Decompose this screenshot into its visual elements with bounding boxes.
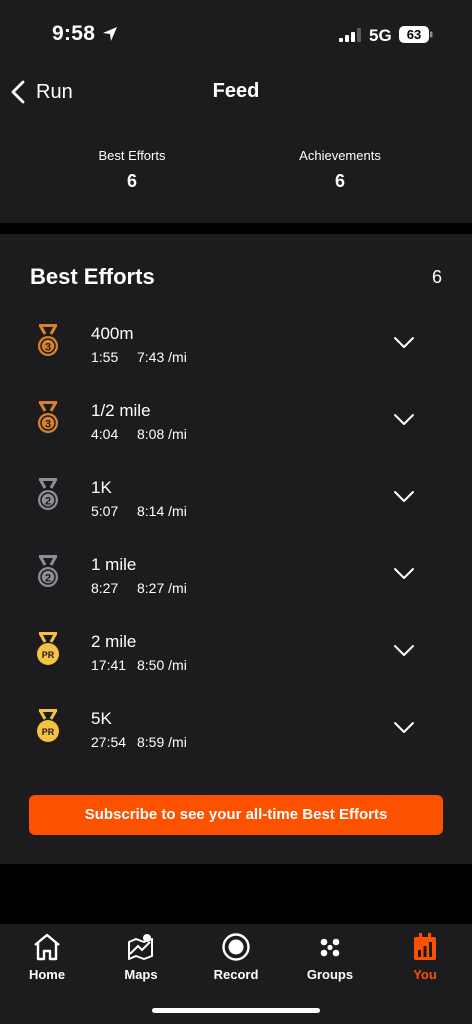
effort-time: 17:41 <box>91 657 127 673</box>
chevron-down-icon[interactable] <box>393 413 415 427</box>
tab-label: Record <box>213 967 259 982</box>
tab-you[interactable]: You <box>378 932 472 982</box>
tab-home[interactable]: Home <box>0 932 94 982</box>
pr-medal-icon: PR <box>37 632 59 665</box>
silver-medal-icon: 2 <box>38 555 58 587</box>
effort-pace: 8:50 /mi <box>137 657 187 673</box>
chevron-down-icon[interactable] <box>393 721 415 735</box>
summary-best-efforts[interactable]: Best Efforts 6 <box>32 148 232 192</box>
effort-row-1k[interactable]: 2 1K 5:07 8:14 /mi <box>0 478 472 555</box>
effort-name: 2 mile <box>91 632 137 651</box>
best-efforts-card: Best Efforts 6 3 400m 1:55 7:43 /mi 3 1/… <box>0 234 472 864</box>
subscribe-button[interactable]: Subscribe to see your all-time Best Effo… <box>29 795 443 835</box>
status-bar: 9:58 5G 63 <box>0 0 472 66</box>
nav-bar: Run Feed <box>0 66 472 118</box>
effort-name: 1/2 mile <box>91 401 151 420</box>
home-indicator[interactable] <box>152 1008 320 1013</box>
tab-label: Home <box>28 967 66 982</box>
cellular-signal-icon <box>339 28 361 42</box>
bronze-medal-icon: 3 <box>38 401 58 433</box>
silver-medal-icon: 2 <box>38 478 58 510</box>
chevron-down-icon[interactable] <box>393 490 415 504</box>
svg-text:3: 3 <box>45 419 51 431</box>
summary-label: Best Efforts <box>98 148 166 163</box>
tab-record[interactable]: Record <box>189 932 283 982</box>
network-label: 5G <box>369 26 392 45</box>
section-count: 6 <box>431 267 442 287</box>
effort-name: 1K <box>91 478 112 497</box>
effort-row-2-mile[interactable]: PR 2 mile 17:41 8:50 /mi <box>0 632 472 709</box>
battery-level: 63 <box>406 27 422 42</box>
effort-row-5k[interactable]: PR 5K 27:54 8:59 /mi <box>0 709 472 786</box>
effort-time: 27:54 <box>91 734 127 750</box>
chevron-down-icon[interactable] <box>393 336 415 350</box>
effort-name: 1 mile <box>91 555 137 574</box>
chevron-down-icon[interactable] <box>393 567 415 581</box>
effort-pace: 8:14 /mi <box>137 503 187 519</box>
groups-icon <box>320 938 340 957</box>
tab-groups[interactable]: Groups <box>283 932 377 982</box>
effort-pace: 8:59 /mi <box>137 734 187 750</box>
svg-text:3: 3 <box>45 342 51 354</box>
effort-name: 400m <box>91 324 134 343</box>
effort-time: 1:55 <box>91 349 119 365</box>
effort-row-half-mile[interactable]: 3 1/2 mile 4:04 8:08 /mi <box>0 401 472 478</box>
page-title: Feed <box>212 80 260 102</box>
svg-text:2: 2 <box>45 496 51 508</box>
tab-label: You <box>413 967 437 982</box>
effort-name: 5K <box>91 709 112 728</box>
summary-value: 6 <box>126 171 137 191</box>
chevron-down-icon[interactable] <box>393 644 415 658</box>
svg-text:PR: PR <box>42 727 55 737</box>
summary-achievements[interactable]: Achievements 6 <box>240 148 440 192</box>
effort-pace: 8:08 /mi <box>137 426 187 442</box>
effort-row-400m[interactable]: 3 400m 1:55 7:43 /mi <box>0 324 472 401</box>
svg-text:2: 2 <box>45 573 51 585</box>
you-icon <box>414 933 436 960</box>
summary-panel: Best Efforts 6 Achievements 6 <box>0 118 472 223</box>
tab-label: Maps <box>124 967 158 982</box>
effort-time: 4:04 <box>91 426 119 442</box>
bronze-medal-icon: 3 <box>38 324 58 356</box>
record-icon <box>222 933 250 961</box>
effort-pace: 7:43 /mi <box>137 349 187 365</box>
tab-maps[interactable]: Maps <box>94 932 188 982</box>
effort-pace: 8:27 /mi <box>137 580 187 596</box>
effort-time: 5:07 <box>91 503 119 519</box>
status-time: 9:58 <box>52 22 96 45</box>
effort-time: 8:27 <box>91 580 119 596</box>
summary-value: 6 <box>334 171 345 191</box>
maps-icon <box>128 934 153 960</box>
home-icon <box>34 933 60 961</box>
pr-medal-icon: PR <box>37 709 59 742</box>
effort-row-1-mile[interactable]: 2 1 mile 8:27 8:27 /mi <box>0 555 472 632</box>
svg-text:PR: PR <box>42 650 55 660</box>
summary-label: Achievements <box>299 148 381 163</box>
section-title: Best Efforts <box>30 264 155 289</box>
location-arrow-icon <box>103 27 117 41</box>
tab-label: Groups <box>306 967 354 982</box>
